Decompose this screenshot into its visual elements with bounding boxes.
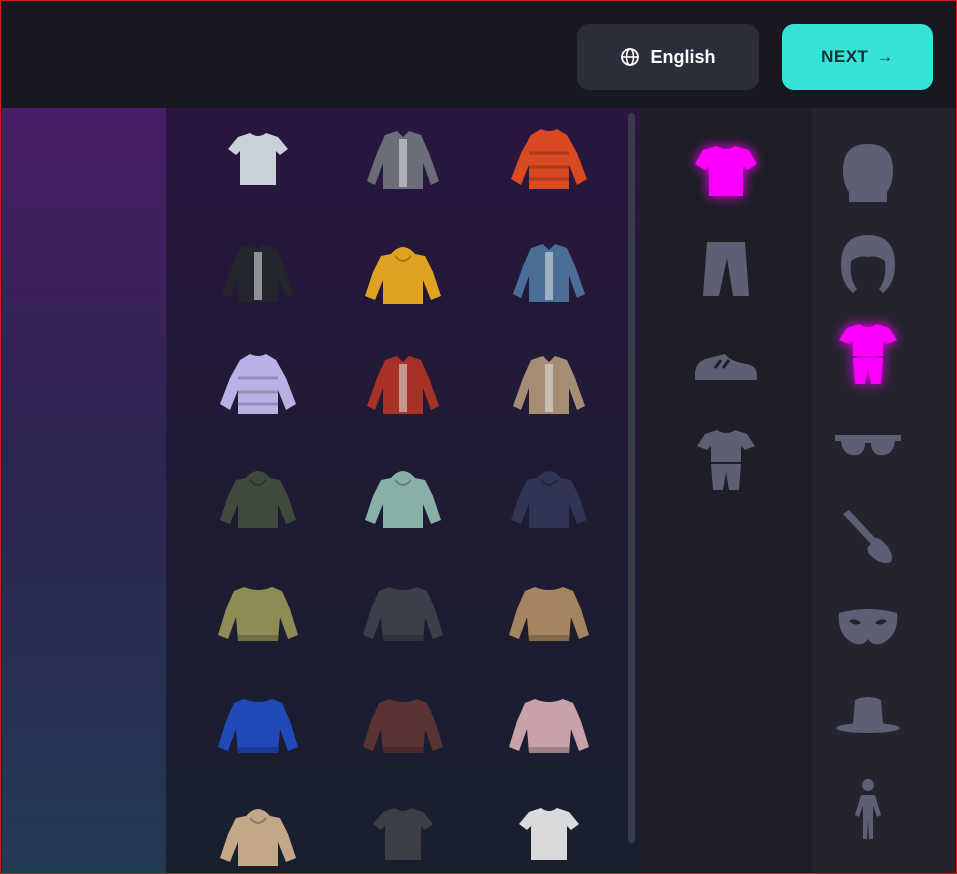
sneaker-icon	[695, 354, 757, 380]
orange-puffer-jacket-image	[511, 129, 587, 189]
hat-category[interactable]	[828, 684, 908, 754]
glasses-category[interactable]	[828, 411, 908, 481]
left-panel	[2, 108, 166, 873]
hair-icon	[841, 235, 895, 293]
tops-category[interactable]	[686, 138, 766, 208]
pastel-block-sweater-image	[509, 699, 589, 753]
shoes-category[interactable]	[686, 330, 766, 400]
red-grey-jacket-image	[367, 356, 439, 414]
tan-sweater-image	[509, 587, 589, 641]
denim-jacket[interactable]	[501, 234, 597, 314]
beige-hoodie[interactable]	[210, 796, 306, 873]
app-frame: English NEXT →	[0, 0, 957, 874]
denim-jacket-image	[513, 244, 585, 302]
brown-sweater-image	[363, 699, 443, 753]
holographic-puffer-jacket[interactable]	[210, 346, 306, 426]
makeup-brush-icon	[843, 510, 892, 563]
white-tshirt[interactable]	[210, 121, 306, 201]
globe-icon	[621, 48, 640, 66]
clothing-category-column	[640, 108, 812, 873]
outfits-category[interactable]	[686, 426, 766, 496]
clothing-grid	[166, 108, 640, 873]
yellow-hoodie-image	[365, 247, 441, 304]
navy-hoodie-image	[511, 471, 587, 528]
dark-tshirt-image	[373, 808, 433, 860]
grid-scrollbar[interactable]	[628, 113, 635, 843]
beige-open-jacket[interactable]	[501, 346, 597, 426]
tan-sweater[interactable]	[501, 571, 597, 651]
pastel-block-sweater[interactable]	[501, 683, 597, 763]
camo-sweater-image	[218, 587, 298, 641]
outfit-icon	[839, 324, 897, 384]
body-category[interactable]	[828, 775, 908, 845]
yellow-hoodie[interactable]	[355, 234, 451, 314]
outfit-category[interactable]	[828, 320, 908, 390]
mint-hoodie-image	[365, 471, 441, 528]
head-icon	[843, 144, 893, 202]
orange-puffer-jacket[interactable]	[501, 121, 597, 201]
body-icon	[855, 779, 881, 839]
mint-hoodie[interactable]	[355, 458, 451, 538]
dark-tshirt[interactable]	[355, 796, 451, 873]
beige-open-jacket-image	[513, 356, 585, 414]
makeup-category[interactable]	[828, 502, 908, 572]
main-category-column	[812, 108, 956, 873]
language-button[interactable]: English	[577, 24, 759, 90]
pants-icon	[703, 242, 749, 296]
navy-hoodie[interactable]	[501, 458, 597, 538]
camo-sweater[interactable]	[210, 571, 306, 651]
arrow-right-icon: →	[876, 47, 894, 66]
grey-bomber-jacket[interactable]	[355, 121, 451, 201]
outfit-icon	[697, 430, 755, 490]
hair-category[interactable]	[828, 229, 908, 299]
blue-graphic-sweater-image	[218, 699, 298, 753]
red-grey-jacket[interactable]	[355, 346, 451, 426]
charcoal-sweater[interactable]	[355, 571, 451, 651]
hat-icon	[836, 697, 900, 733]
holographic-puffer-jacket-image	[220, 354, 296, 414]
bottoms-category[interactable]	[686, 234, 766, 304]
camo-parka-image	[220, 471, 296, 528]
language-label: English	[650, 46, 716, 67]
white-graphic-tshirt-image	[519, 808, 579, 860]
charcoal-sweater-image	[363, 587, 443, 641]
shirt-icon	[695, 146, 757, 196]
mask-category[interactable]	[828, 593, 908, 663]
white-graphic-tshirt[interactable]	[501, 796, 597, 873]
brown-sweater[interactable]	[355, 683, 451, 763]
blue-graphic-sweater[interactable]	[210, 683, 306, 763]
white-tshirt-image	[228, 133, 288, 185]
grey-bomber-jacket-image	[367, 131, 439, 189]
mask-icon	[838, 609, 898, 645]
camo-parka[interactable]	[210, 458, 306, 538]
next-button[interactable]: NEXT →	[782, 24, 933, 90]
multicolor-puffer-vest[interactable]	[210, 234, 306, 314]
glasses-icon	[835, 435, 901, 456]
multicolor-puffer-vest-image	[222, 244, 294, 302]
next-label: NEXT	[821, 47, 869, 66]
beige-hoodie-image	[220, 809, 296, 866]
head-category[interactable]	[828, 138, 908, 208]
